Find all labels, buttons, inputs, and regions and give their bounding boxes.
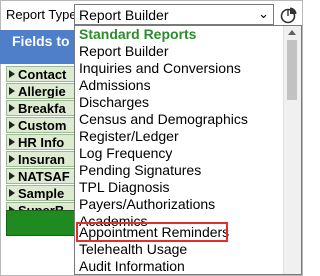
option-log-frequency[interactable]: Log Frequency: [79, 145, 172, 161]
expand-arrow-icon: [9, 155, 15, 163]
option-audit-information[interactable]: Audit Information: [79, 258, 185, 274]
report-type-selected-value: Report Builder: [79, 7, 169, 23]
expand-arrow-icon: [9, 104, 15, 112]
option-payers-authorizations[interactable]: Payers/Authorizations: [79, 196, 215, 212]
optgroup-standard-reports: Standard Reports: [79, 26, 197, 42]
field-item-hr-info[interactable]: HR Info: [6, 134, 75, 150]
expand-arrow-icon: [9, 70, 15, 78]
option-admissions[interactable]: Admissions: [79, 77, 151, 93]
chevron-down-icon: ⌄: [258, 6, 269, 21]
dropdown-scrollbar[interactable]: [283, 26, 301, 274]
option-census-and-demographics[interactable]: Census and Demographics: [79, 111, 248, 127]
option-register-ledger[interactable]: Register/Ledger: [79, 128, 179, 144]
scrollbar-thumb[interactable]: [287, 40, 297, 100]
field-item-breakfast[interactable]: Breakfa: [6, 100, 75, 116]
option-discharges[interactable]: Discharges: [79, 94, 149, 110]
field-item-sample[interactable]: Sample: [6, 185, 75, 201]
field-item-allergies[interactable]: Allergie: [6, 83, 75, 99]
field-item-contact[interactable]: Contact: [6, 66, 75, 82]
option-inquiries-and-conversions[interactable]: Inquiries and Conversions: [79, 60, 241, 76]
expand-arrow-icon: [9, 189, 15, 197]
pie-chart-icon[interactable]: [280, 6, 298, 24]
scroll-up-arrow-icon[interactable]: [288, 30, 296, 35]
fields-panel-header: Fields to I: [0, 30, 78, 64]
option-tpl-diagnosis[interactable]: TPL Diagnosis: [79, 179, 170, 195]
option-pending-signatures[interactable]: Pending Signatures: [79, 162, 201, 178]
field-item-insurance[interactable]: Insuran: [6, 151, 75, 167]
field-item-custom[interactable]: Custom: [6, 117, 75, 133]
field-item-natsaf[interactable]: NATSAF: [6, 168, 75, 184]
option-report-builder[interactable]: Report Builder: [79, 43, 169, 59]
option-telehealth-usage[interactable]: Telehealth Usage: [79, 241, 187, 257]
expand-arrow-icon: [9, 138, 15, 146]
fields-panel-title: Fields to I: [12, 33, 78, 49]
run-report-button[interactable]: [6, 210, 75, 236]
report-type-label: Report Type:: [6, 7, 81, 22]
report-type-dropdown: Standard Reports Report Builder Inquirie…: [74, 25, 302, 275]
report-type-select[interactable]: Report Builder ⌄: [74, 4, 274, 25]
highlight-box: [76, 222, 228, 242]
fields-list: Contact Allergie Breakfa Custom HR Info …: [6, 66, 75, 219]
expand-arrow-icon: [9, 87, 15, 95]
expand-arrow-icon: [9, 172, 15, 180]
expand-arrow-icon: [9, 121, 15, 129]
